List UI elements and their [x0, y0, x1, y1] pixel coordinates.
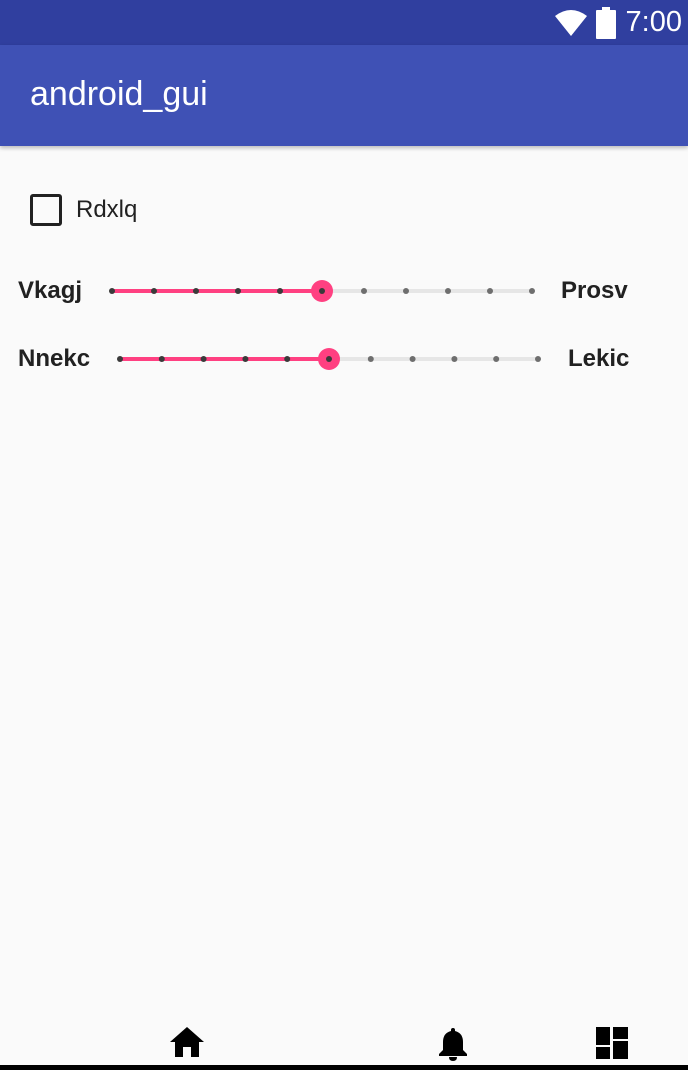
slider-tick: [200, 356, 207, 362]
slider-tick: [529, 288, 535, 294]
slider-tick: [403, 288, 409, 294]
slider-tick: [235, 288, 241, 294]
slider-nnekc-lekic[interactable]: [117, 339, 541, 379]
slider-tick: [535, 356, 541, 362]
slider-tick: [367, 356, 374, 362]
slider-tick: [193, 288, 199, 294]
app-bar: android_gui: [0, 45, 688, 146]
slider-tick: [158, 356, 165, 362]
status-clock: 7:00: [625, 6, 682, 38]
slider-tick: [487, 288, 493, 294]
battery-icon: [595, 6, 616, 39]
slider-thumb-dot: [326, 356, 332, 362]
slider-tick: [277, 288, 283, 294]
slider-tick: [445, 288, 451, 294]
slider-vkagj-prosv[interactable]: [109, 271, 535, 311]
slider-1-left-label: Vkagj: [18, 277, 83, 304]
slider-thumb-dot: [319, 288, 325, 294]
home-icon[interactable]: [169, 1026, 205, 1058]
slider-tick: [451, 356, 458, 362]
slider-tick: [109, 288, 115, 294]
status-bar: 7:00: [0, 0, 688, 45]
slider-1-right-label: Prosv: [561, 277, 628, 304]
slider-2-right-label: Lekic: [568, 345, 630, 372]
wifi-icon: [554, 9, 587, 36]
checkbox-box[interactable]: [30, 194, 62, 226]
app-title: android_gui: [30, 75, 208, 113]
slider-tick: [117, 356, 123, 362]
slider-tick: [409, 356, 416, 362]
bottom-nav: [0, 1020, 688, 1070]
slider-tick: [242, 356, 249, 362]
dashboard-icon[interactable]: [595, 1026, 629, 1060]
slider-tick: [151, 288, 157, 294]
bell-icon[interactable]: [437, 1026, 469, 1062]
slider-tick: [284, 356, 291, 362]
status-icons: 7:00: [554, 0, 682, 45]
slider-tick: [361, 288, 367, 294]
checkbox-rdxlq[interactable]: Rdxlq: [30, 193, 137, 227]
slider-2-left-label: Nnekc: [18, 345, 91, 372]
checkbox-label: Rdxlq: [76, 196, 138, 223]
slider-tick: [493, 356, 500, 362]
